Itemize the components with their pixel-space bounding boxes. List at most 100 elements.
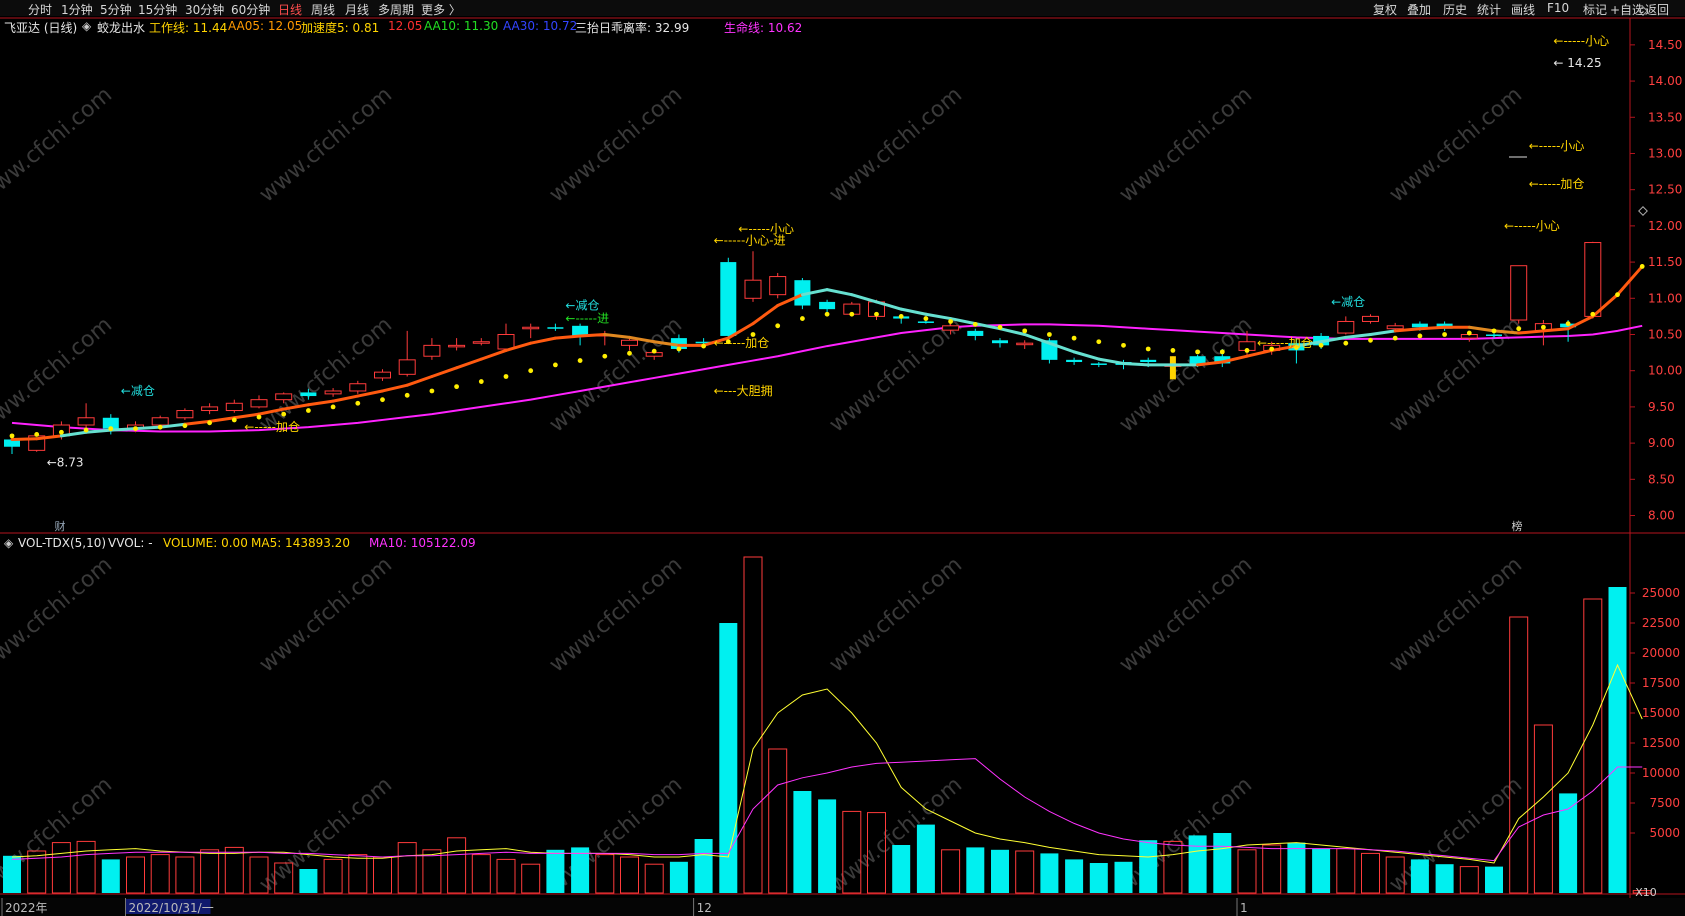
dot-13 [330, 404, 336, 410]
work-line-seg-57 [1418, 325, 1447, 331]
volume-bar-59 [1459, 866, 1479, 894]
x-label-0: 2022年 [5, 901, 48, 915]
dot-34 [849, 311, 855, 317]
dot-62 [1541, 324, 1546, 330]
volume-bar-45 [1114, 861, 1133, 893]
candle-body-20 [497, 333, 515, 350]
price-tick-label-11: 13.50 [1648, 110, 1682, 124]
dot-6 [157, 424, 163, 430]
dot-44 [1096, 339, 1102, 345]
annotation-6: ←-----小心-进 [714, 233, 786, 247]
volume-bar-44 [1089, 863, 1108, 893]
header-item-2: 加速度5: 0.81 [301, 21, 380, 35]
dot-21 [528, 368, 534, 374]
dot-55 [1368, 337, 1373, 343]
work-line-seg-24 [603, 332, 631, 339]
dot-48 [1195, 349, 1200, 355]
volume-bar-2 [51, 842, 71, 894]
candle-body-55 [1362, 315, 1379, 322]
volume-bar-40 [991, 849, 1009, 893]
price-tick-label-2: 9.00 [1648, 436, 1675, 450]
dot-56 [1392, 335, 1398, 341]
candle-body-40 [992, 340, 1008, 344]
dot-63 [1565, 321, 1571, 327]
candle-body-11 [275, 393, 293, 401]
volume-bar-15 [373, 856, 392, 894]
volume-tick-label-5: 17500 [1642, 676, 1680, 690]
annotation-4: ←-----进 [565, 312, 609, 326]
work-line-seg-40 [998, 327, 1027, 336]
watermark-16: www.cfchi.com [1115, 552, 1257, 677]
dot-42 [1047, 332, 1052, 337]
dot-5 [133, 426, 138, 432]
header-item-6: 三抬日乖离率: 32.99 [575, 21, 690, 35]
candle-body-48 [1189, 356, 1206, 364]
indicator-icon: ◈ [82, 19, 92, 33]
candle-body-19 [472, 341, 490, 344]
candle-body-41 [1016, 342, 1034, 346]
candle-body-43 [1066, 359, 1083, 363]
volume-bar-62 [1533, 724, 1553, 894]
x-label-2: 12 [697, 901, 712, 915]
dot-12 [306, 408, 311, 413]
work-line-seg-59 [1467, 325, 1496, 333]
volume-bar-30 [743, 556, 763, 894]
dot-7 [182, 423, 188, 429]
dot-15 [380, 397, 385, 403]
price-tick-label-1: 8.50 [1648, 472, 1675, 486]
work-line-seg-19 [479, 348, 508, 361]
candle-body-38 [942, 325, 960, 331]
work-line-seg-50 [1245, 348, 1274, 358]
volume-bar-28 [694, 839, 713, 893]
dot-35 [874, 311, 879, 317]
volume-bar-5 [126, 856, 145, 894]
watermark-13: www.cfchi.com [255, 552, 397, 677]
dot-65 [1615, 292, 1620, 298]
annotation-0: ←减仓 [121, 384, 155, 398]
work-line-seg-13 [331, 394, 360, 403]
cai-marker: 财 [55, 519, 66, 533]
highlight-bar [1169, 356, 1176, 380]
work-line-seg-33 [825, 288, 854, 297]
work-line-seg-43 [1072, 350, 1101, 361]
volume-bar-37 [916, 824, 935, 893]
work-line-seg-30 [751, 304, 780, 326]
dot-22 [553, 362, 558, 368]
volume-bar-61 [1509, 616, 1529, 894]
candle-body-60 [1486, 334, 1502, 336]
work-line-seg-15 [381, 383, 409, 393]
watermark-20: www.cfchi.com [545, 772, 687, 897]
watermark-3: www.cfchi.com [825, 82, 967, 207]
dot-61 [1516, 326, 1522, 332]
dot-41 [1022, 328, 1028, 334]
diamond-icon-2 [1638, 206, 1648, 216]
header-item-5: AA30: 10.72 [503, 19, 578, 33]
dot-11 [281, 411, 287, 417]
annotation-2: ←8.73 [47, 456, 84, 470]
dot-25 [627, 350, 632, 356]
work-line-seg-54 [1344, 332, 1372, 339]
work-line-seg-16 [405, 374, 434, 387]
volume-bar-52 [1287, 842, 1306, 893]
volume-bar-53 [1312, 848, 1331, 893]
volume-bar-7 [175, 856, 195, 894]
dot-66 [1639, 264, 1645, 269]
candle-body-18 [448, 344, 466, 348]
candle-body-57 [1411, 323, 1428, 328]
candle-body-25 [621, 339, 638, 346]
diamond-icon [1638, 6, 1648, 16]
dot-50 [1244, 348, 1250, 353]
volume-bar-31 [768, 748, 788, 894]
volume-bar-58 [1435, 864, 1454, 893]
watermark-23: www.cfchi.com [1385, 772, 1527, 897]
candle-body-12 [300, 392, 317, 397]
work-line-seg-14 [356, 389, 384, 398]
volume-bar-8 [200, 849, 220, 894]
dot-18 [454, 384, 459, 390]
dot-1 [34, 432, 40, 437]
stock-title: 飞亚达 (日线) [4, 21, 78, 35]
x-axis-bg [0, 898, 1685, 916]
volume-tick-label-6: 20000 [1642, 646, 1680, 660]
header-item-0: 工作线: 11.44 [149, 21, 228, 35]
volume-bar-41 [1015, 850, 1035, 894]
